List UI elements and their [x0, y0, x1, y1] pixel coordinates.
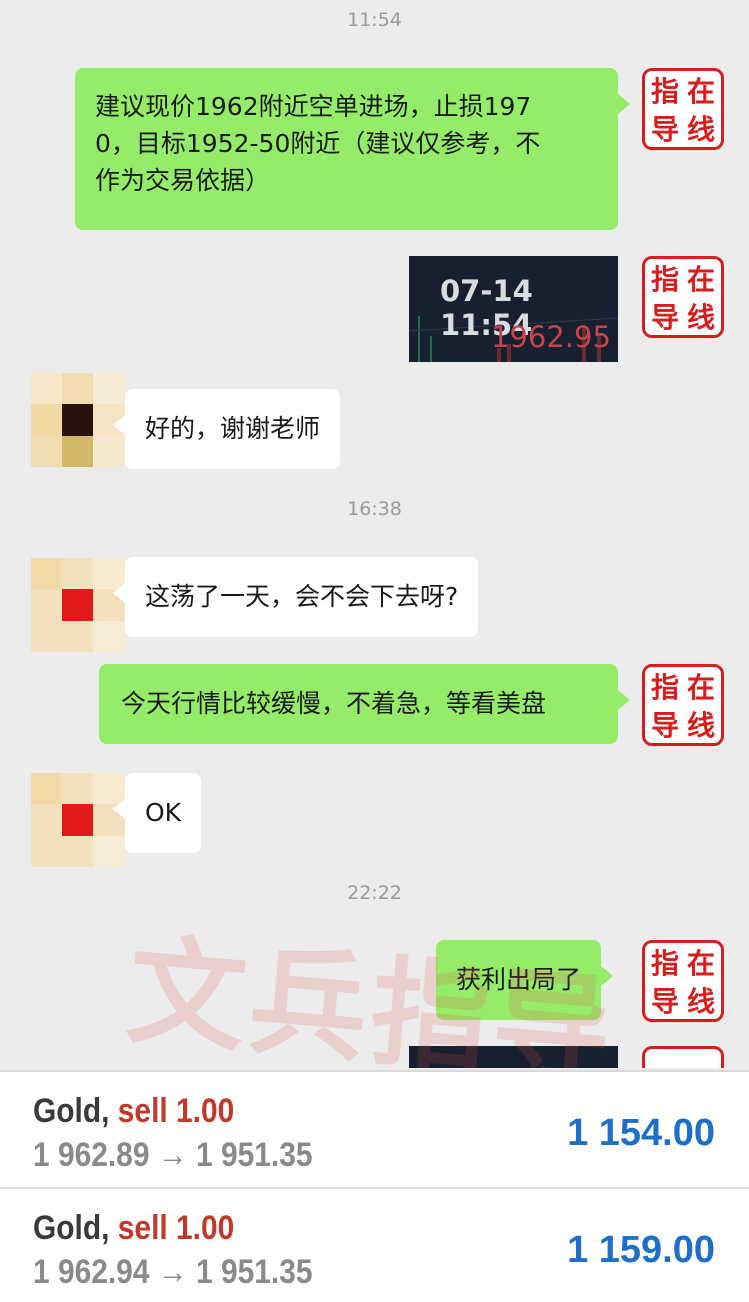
message-text: 获利出局了 [456, 965, 582, 994]
trade-side: sell 1.00 [117, 1092, 235, 1130]
chat-area[interactable]: 11:54 建议现价1962附近空单进场，止损197 0，目标1952-50附近… [0, 0, 749, 1068]
trade-title: Gold, sell 1.00 [33, 1092, 234, 1131]
seal-char: 线 [686, 301, 715, 334]
seal-char: 线 [686, 113, 715, 146]
message-bubble-outgoing[interactable]: 建议现价1962附近空单进场，止损197 0，目标1952-50附近（建议仅参考… [75, 68, 630, 230]
seal-char: 导 [650, 301, 679, 334]
trade-row[interactable]: Gold, sell 1.00 1 962.89 → 1 951.35 1 15… [0, 1072, 749, 1187]
trade-row[interactable]: Gold, sell 1.00 1 962.94 → 1 951.35 1 15… [0, 1187, 749, 1302]
timestamp: 16:38 [347, 498, 402, 520]
message-text: 今天行情比较缓慢，不着急，等看美盘 [121, 689, 547, 718]
seal-char: 指 [650, 671, 679, 704]
chart-screenshot-image[interactable]: 07-14 11:54 1962.95 [409, 256, 618, 362]
message-line: 作为交易依据） [95, 166, 271, 195]
message-bubble-outgoing[interactable]: 今天行情比较缓慢，不着急，等看美盘 [99, 664, 630, 744]
sender-avatar-seal[interactable]: 指 在 导 线 [642, 664, 724, 746]
seal-char: 在 [686, 75, 715, 108]
message-text: 这荡了一天，会不会下去呀? [145, 582, 459, 611]
trade-prices: 1 962.94 → 1 951.35 [33, 1253, 313, 1291]
seal-char: 导 [650, 985, 679, 1018]
message-bubble-outgoing[interactable]: 获利出局了 [436, 940, 614, 1020]
trade-symbol: Gold, [33, 1092, 110, 1130]
message-bubble-incoming[interactable]: 好的，谢谢老师 [112, 389, 341, 469]
message-text: 好的，谢谢老师 [145, 414, 321, 443]
timestamp: 22:22 [347, 882, 402, 904]
seal-char: 在 [686, 671, 715, 704]
screenshot-price: 1962.95 [491, 320, 611, 354]
seal-char: 在 [686, 263, 715, 296]
seal-char: 指 [650, 75, 679, 108]
sender-avatar-seal[interactable] [642, 1046, 724, 1068]
trade-side: sell 1.00 [117, 1209, 235, 1247]
trade-history-panel: Gold, sell 1.00 1 962.89 → 1 951.35 1 15… [0, 1070, 749, 1302]
trade-symbol: Gold, [33, 1209, 110, 1247]
message-bubble-incoming[interactable]: 这荡了一天，会不会下去呀? [112, 557, 479, 637]
message-line: 建议现价1962附近空单进场，止损197 [95, 92, 532, 121]
message-line: 0，目标1952-50附近（建议仅参考，不 [95, 129, 541, 158]
trade-prices: 1 962.89 → 1 951.35 [33, 1136, 313, 1174]
seal-char: 线 [686, 985, 715, 1018]
user-avatar-pixelated[interactable] [31, 373, 125, 467]
chart-screenshot-image[interactable] [409, 1046, 618, 1068]
seal-char: 在 [686, 947, 715, 980]
seal-char: 指 [650, 263, 679, 296]
seal-char: 线 [686, 709, 715, 742]
message-bubble-incoming[interactable]: OK [112, 773, 202, 853]
user-avatar-pixelated[interactable] [31, 773, 125, 867]
trade-profit: 1 159.00 [567, 1229, 715, 1271]
trade-profit: 1 154.00 [567, 1112, 715, 1154]
timestamp: 11:54 [347, 9, 402, 31]
seal-char: 导 [650, 113, 679, 146]
sender-avatar-seal[interactable]: 指 在 导 线 [642, 256, 724, 338]
seal-char: 指 [650, 947, 679, 980]
trade-title: Gold, sell 1.00 [33, 1209, 234, 1248]
user-avatar-pixelated[interactable] [31, 558, 125, 652]
sender-avatar-seal[interactable]: 指 在 导 线 [642, 940, 724, 1022]
sender-avatar-seal[interactable]: 指 在 导 线 [642, 68, 724, 150]
message-text: OK [145, 798, 182, 827]
seal-char: 导 [650, 709, 679, 742]
